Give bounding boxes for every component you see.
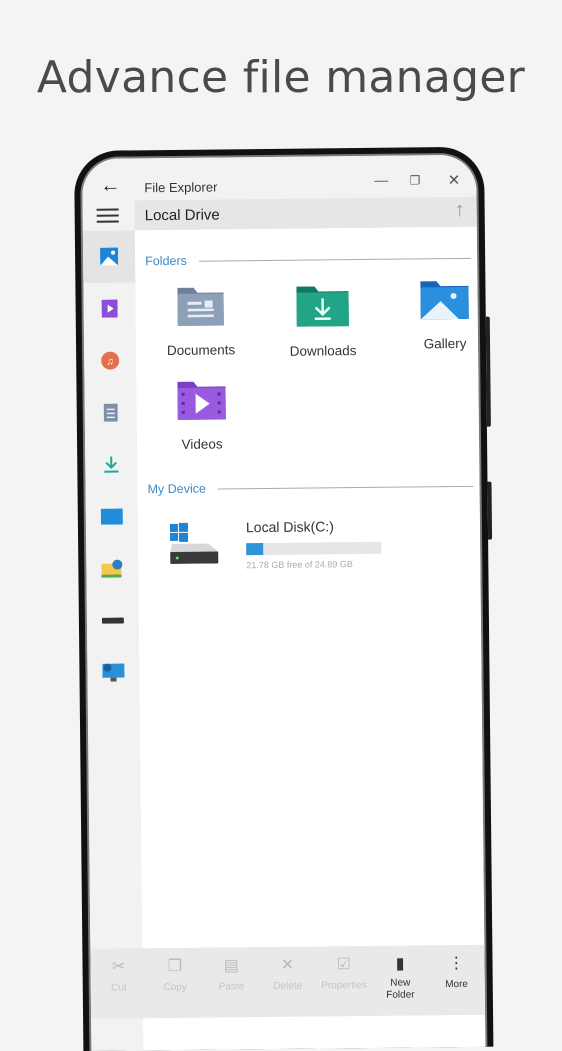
folder-label: Downloads: [289, 343, 357, 359]
folder-label: Videos: [181, 436, 223, 452]
back-arrow-icon[interactable]: ←: [100, 175, 120, 198]
sidebar-item-remote[interactable]: [87, 646, 140, 699]
sidebar: ♫: [82, 230, 144, 1051]
app-title: File Explorer: [144, 179, 218, 196]
minimize-button[interactable]: —: [374, 172, 388, 188]
document-icon: [103, 403, 118, 422]
toolbar-paste-button[interactable]: ▤ Paste: [203, 947, 260, 1018]
toolbar-label: New Folder: [386, 977, 415, 1001]
image-icon: [100, 247, 119, 266]
sidebar-item-downloads[interactable]: [85, 438, 138, 491]
copy-icon: ❐: [167, 957, 183, 976]
folders-heading-text: Folders: [145, 253, 187, 269]
toolbar-label: Copy: [163, 981, 187, 994]
path-text: Local Drive: [144, 206, 220, 225]
svg-text:♫: ♫: [106, 357, 114, 368]
desktop-icon: [100, 508, 123, 525]
documents-folder-icon: [177, 287, 224, 326]
title-bar: ← File Explorer — ❐ ✕: [82, 154, 477, 201]
toolbar-copy-button[interactable]: ❐ Copy: [147, 948, 204, 1019]
sidebar-item-documents[interactable]: [84, 386, 137, 439]
folder-label: Gallery: [423, 335, 467, 352]
folder-gallery[interactable]: Gallery: [389, 279, 485, 352]
music-icon: ♫: [101, 351, 120, 370]
storage-bar: [246, 541, 382, 556]
folder-label: Documents: [166, 342, 236, 359]
new-folder-icon: ▮: [395, 955, 405, 973]
remote-computer-icon: [102, 663, 125, 682]
downloads-folder-icon: [296, 286, 349, 327]
toolbar-cut-button[interactable]: ✂ Cut: [90, 948, 147, 1019]
toolbar-label: Paste: [218, 981, 245, 993]
paste-icon: ▤: [223, 957, 239, 975]
sidebar-item-videos[interactable]: [83, 282, 136, 335]
download-icon: [104, 456, 119, 473]
more-icon: ⋮: [448, 954, 465, 973]
power-button: [487, 481, 493, 540]
divider: [217, 485, 474, 490]
toolbar-new-folder-button[interactable]: ▮ New Folder: [372, 945, 429, 1016]
divider: [198, 257, 472, 262]
bottom-toolbar: ✂ Cut ❐ Copy ▤ Paste ✕ Delete ☑ Properties ▮ New Fo…: [90, 944, 486, 1019]
toolbar-label: Delete: [273, 980, 303, 992]
video-icon: [101, 299, 118, 318]
sidebar-item-desktop[interactable]: [86, 490, 139, 543]
volume-button: [485, 316, 491, 427]
my-device-heading: My Device: [147, 479, 474, 497]
sidebar-item-gallery[interactable]: [82, 230, 136, 283]
folder-videos[interactable]: Videos: [146, 379, 257, 452]
headline: Advance file manager: [36, 52, 526, 103]
toolbar-label: More: [445, 978, 469, 991]
toolbar-label: Cut: [111, 982, 127, 994]
gallery-folder-icon: [420, 281, 469, 320]
delete-icon: ✕: [280, 956, 295, 974]
my-device-heading-text: My Device: [147, 481, 206, 497]
drive-icon: [101, 617, 124, 624]
phone-frame: ← File Explorer — ❐ ✕ Local Drive ↑ ♫ Fo…: [74, 146, 494, 1051]
local-disk-item[interactable]: Local Disk(C:) 21.78 GB free of 24.89 GB: [168, 517, 486, 580]
drive-free-text: 21.78 GB free of 24.89 GB: [246, 559, 353, 571]
toolbar-label: Properties: [321, 979, 367, 992]
close-button[interactable]: ✕: [448, 171, 461, 189]
screen: ← File Explorer — ❐ ✕ Local Drive ↑ ♫ Fo…: [82, 154, 486, 1051]
main-content: Folders Documents Downloads Gallery Vide…: [134, 226, 486, 1051]
videos-folder-icon: [177, 381, 226, 420]
toolbar-properties-button[interactable]: ☑ Properties: [315, 946, 372, 1017]
windows-drive-icon: [169, 522, 219, 565]
properties-icon: ☑: [336, 956, 352, 974]
maximize-button[interactable]: ❐: [409, 173, 420, 187]
path-field[interactable]: Local Drive ↑: [134, 196, 477, 231]
toolbar-delete-button[interactable]: ✕ Delete: [259, 947, 316, 1018]
menu-icon[interactable]: [96, 208, 119, 227]
storage-bar-fill: [246, 543, 264, 556]
drive-name: Local Disk(C:): [245, 518, 334, 536]
folder-downloads[interactable]: Downloads: [267, 284, 378, 359]
address-bar: Local Drive ↑: [82, 196, 477, 231]
up-arrow-icon[interactable]: ↑: [455, 199, 465, 222]
toolbar-more-button[interactable]: ⋮ More: [428, 945, 485, 1016]
cut-icon: ✂: [111, 958, 126, 976]
sidebar-item-network[interactable]: [86, 542, 139, 595]
folder-documents[interactable]: Documents: [145, 285, 256, 358]
sidebar-item-music[interactable]: ♫: [84, 334, 137, 387]
sidebar-item-drive[interactable]: [87, 594, 140, 647]
network-folder-icon: [101, 559, 123, 578]
folders-heading: Folders: [145, 251, 472, 269]
